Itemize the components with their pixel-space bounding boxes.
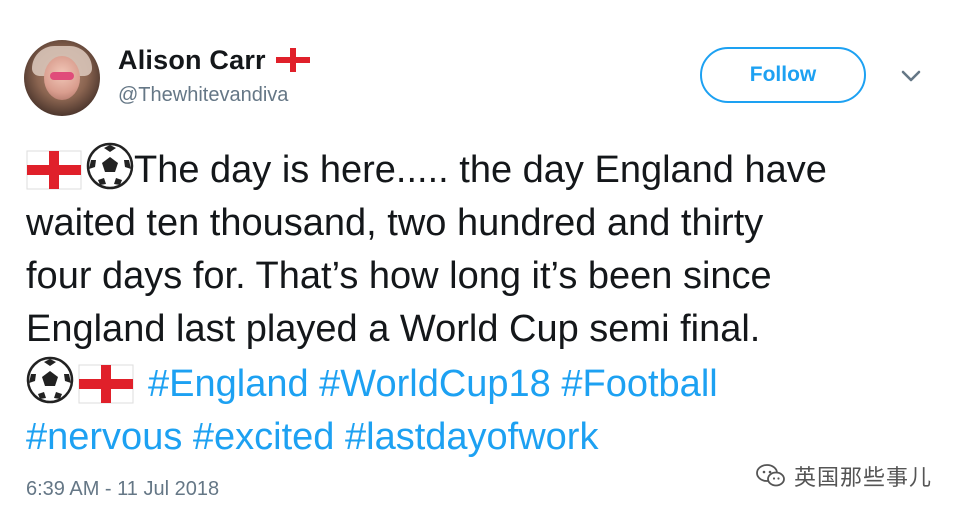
follow-button[interactable]: Follow <box>700 47 866 103</box>
chevron-down-icon[interactable] <box>898 66 924 86</box>
england-flag-icon <box>26 150 82 190</box>
soccer-ball-icon <box>26 356 74 404</box>
watermark-text: 英国那些事儿 <box>794 466 933 491</box>
tweet-line-6: #nervous #excited #lastdayofwork <box>26 411 936 464</box>
tweet-line-4: England last played a World Cup semi fin… <box>26 308 761 350</box>
hashtag-england[interactable]: #England <box>148 363 309 405</box>
england-flag-icon <box>78 364 134 404</box>
user-handle[interactable]: @Thewhitevandiva <box>118 84 288 107</box>
hashtag-lastdayofwork[interactable]: #lastdayofwork <box>345 416 598 458</box>
watermark: 英国那些事儿 <box>756 460 932 492</box>
tweet-card: Alison Carr @Thewhitevandiva Follow The … <box>0 0 962 519</box>
user-name-row[interactable]: Alison Carr <box>118 43 310 77</box>
tweet-line-1-text: The day is here..... the day England hav… <box>134 149 827 191</box>
hashtag-football[interactable]: #Football <box>561 363 717 405</box>
wechat-icon <box>756 464 785 487</box>
tweet-text: The day is here..... the day England hav… <box>26 142 936 464</box>
avatar[interactable] <box>24 40 100 116</box>
hashtag-excited[interactable]: #excited <box>193 416 335 458</box>
england-flag-icon <box>275 48 310 72</box>
tweet-line-5: #England #WorldCup18 #Football <box>26 356 936 411</box>
tweet-line-2: waited ten thousand, two hundred and thi… <box>26 202 764 244</box>
soccer-ball-icon <box>86 142 134 190</box>
tweet-timestamp[interactable]: 6:39 AM - 11 Jul 2018 <box>26 478 219 501</box>
display-name[interactable]: Alison Carr <box>118 45 266 76</box>
tweet-line-3: four days for. That’s how long it’s been… <box>26 255 772 297</box>
hashtag-worldcup18[interactable]: #WorldCup18 <box>319 363 551 405</box>
hashtag-nervous[interactable]: #nervous <box>26 416 182 458</box>
tweet-line-1: The day is here..... the day England hav… <box>26 142 936 197</box>
